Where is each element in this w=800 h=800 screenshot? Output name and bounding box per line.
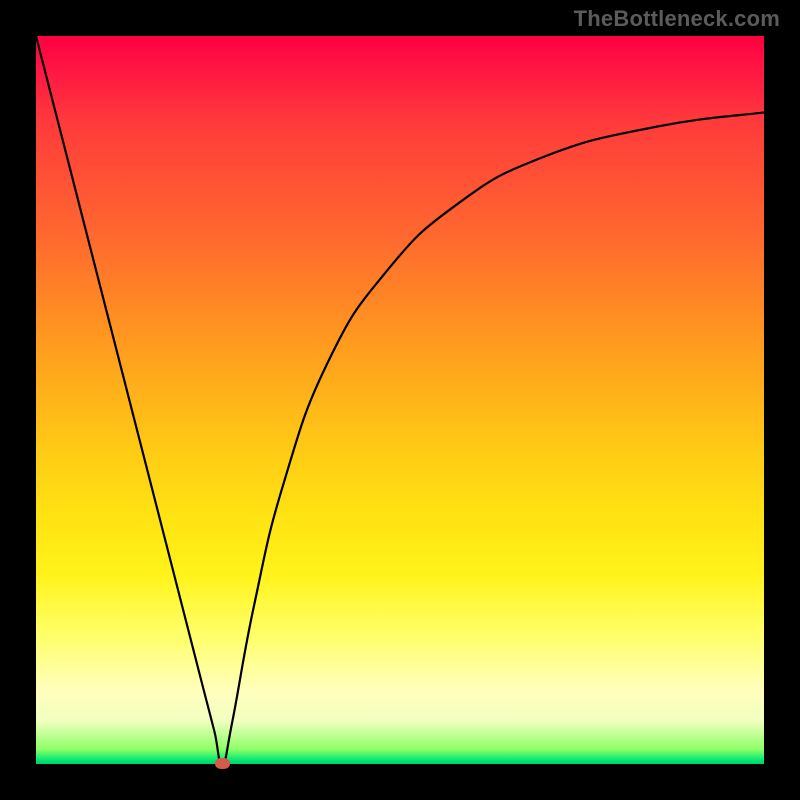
plot-area — [36, 36, 764, 764]
optimum-marker — [215, 758, 230, 769]
bottleneck-curve — [36, 36, 764, 764]
watermark-label: TheBottleneck.com — [574, 6, 780, 32]
chart-frame: TheBottleneck.com — [0, 0, 800, 800]
